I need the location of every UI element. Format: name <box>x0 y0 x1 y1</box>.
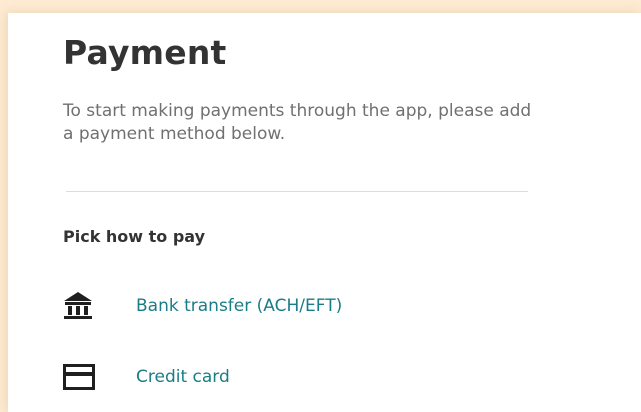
credit-card-label: Credit card <box>136 367 230 387</box>
section-heading: Pick how to pay <box>63 227 206 246</box>
page-title: Payment <box>63 33 227 72</box>
intro-text: To start making payments through the app… <box>63 101 532 144</box>
payment-method-credit-card[interactable]: Credit card <box>63 362 230 392</box>
bank-icon <box>63 291 99 321</box>
divider <box>66 191 528 192</box>
bank-transfer-label: Bank transfer (ACH/EFT) <box>136 296 343 316</box>
payment-panel: Payment To start making payments through… <box>8 13 641 412</box>
payment-method-bank-transfer[interactable]: Bank transfer (ACH/EFT) <box>63 291 342 321</box>
credit-card-icon <box>63 362 99 392</box>
